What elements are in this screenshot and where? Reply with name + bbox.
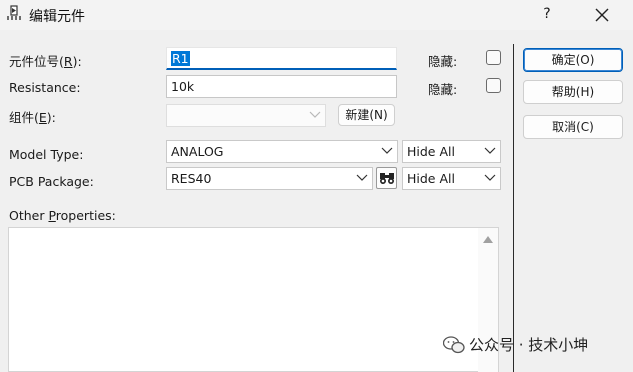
resistance-input[interactable]: 10k: [166, 75, 397, 98]
component-label: 组件(E):: [9, 110, 56, 125]
scroll-up-arrow-icon[interactable]: [483, 235, 493, 243]
browse-package-button[interactable]: [376, 167, 397, 189]
title-bar: 编辑元件 ?: [0, 0, 633, 30]
hide-resistance-checkbox[interactable]: [486, 78, 501, 93]
pcb-package-select[interactable]: RES40: [166, 167, 373, 190]
binoculars-icon: [380, 173, 394, 184]
chevron-down-icon: [356, 174, 368, 181]
resistance-label: Resistance:: [9, 80, 81, 95]
window-title: 编辑元件: [29, 9, 85, 25]
hide-designator-label: 隐藏:: [428, 54, 458, 69]
cancel-button[interactable]: 取消(C): [523, 115, 623, 139]
designator-label: 元件位号(R):: [9, 54, 82, 69]
model-type-label: Model Type:: [9, 147, 84, 162]
other-properties-label: Other Properties:: [9, 208, 116, 223]
component-pin-icon: [7, 5, 21, 20]
help-button[interactable]: 帮助(H): [523, 80, 623, 104]
vertical-separator: [513, 44, 514, 372]
help-title-button[interactable]: ?: [538, 4, 556, 24]
pcb-package-visibility-select[interactable]: Hide All: [402, 167, 501, 190]
chevron-down-icon: [484, 147, 496, 154]
hide-designator-checkbox[interactable]: [486, 50, 501, 65]
designator-input[interactable]: R1: [166, 47, 397, 70]
chevron-down-icon: [484, 174, 496, 181]
hide-resistance-label: 隐藏:: [428, 82, 458, 97]
model-type-select[interactable]: ANALOG: [166, 140, 398, 163]
other-properties-textarea[interactable]: [8, 227, 499, 372]
watermark-text: 公众号 · 技术小坤: [469, 336, 589, 354]
model-type-visibility-select[interactable]: Hide All: [402, 140, 501, 163]
chevron-down-icon: [309, 111, 321, 118]
pcb-package-label: PCB Package:: [9, 174, 94, 189]
close-icon[interactable]: [592, 5, 612, 25]
new-component-button[interactable]: 新建(N): [338, 104, 395, 126]
component-select[interactable]: [166, 104, 326, 127]
chevron-down-icon: [381, 147, 393, 154]
ok-button[interactable]: 确定(O): [523, 48, 623, 72]
wechat-logo-icon: [443, 336, 465, 354]
